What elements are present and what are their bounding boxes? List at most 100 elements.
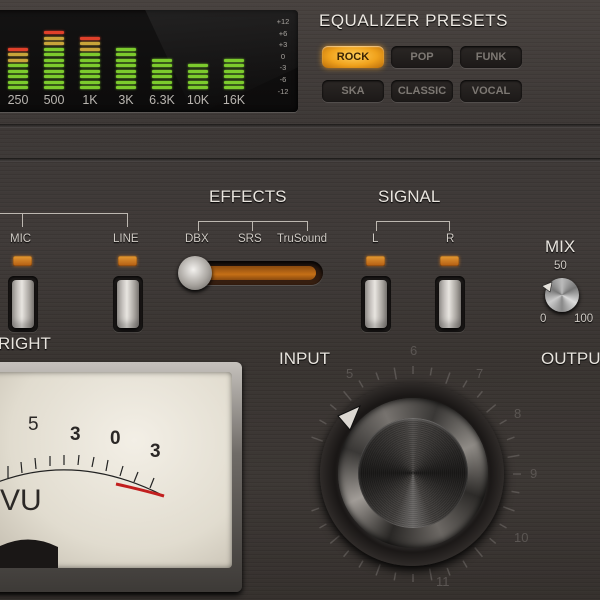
vu-scale-3: 3 — [70, 424, 81, 445]
input-tick-mark — [499, 523, 507, 529]
eq-frequency-label: 500 — [43, 93, 65, 107]
input-tick-mark — [319, 419, 327, 425]
eq-bar-segment — [224, 58, 244, 62]
eq-bar-segment — [152, 64, 172, 67]
eq-frequency-label: 10K — [186, 93, 210, 107]
preset-rock-button[interactable]: ROCK — [322, 46, 384, 68]
input-tick-mark — [462, 380, 468, 388]
input-tick-mark — [329, 535, 340, 544]
eq-bar-segment — [116, 75, 136, 78]
eq-bar-segment — [44, 80, 64, 84]
line-label: LINE — [113, 233, 139, 245]
eq-bar-segment — [80, 64, 100, 67]
vu-scale-5: 5 — [28, 414, 39, 435]
eq-bar-segment — [44, 42, 64, 45]
signal-title: SIGNAL — [378, 187, 441, 206]
eq-db-label: -3 — [279, 63, 287, 73]
input-tick-9: 9 — [530, 466, 538, 481]
eq-bar-segment — [44, 58, 64, 62]
eq-bar-segment — [80, 42, 100, 45]
eq-bar-segment — [44, 75, 64, 78]
signal-left-label: L — [372, 233, 379, 245]
eq-bar-segment — [80, 69, 100, 73]
eq-db-label: -6 — [279, 75, 287, 84]
eq-bar-segment — [44, 86, 64, 89]
eq-bar-segment — [44, 36, 64, 40]
input-tick-mark — [507, 454, 520, 459]
eq-bar-segment — [188, 80, 208, 84]
mix-mid-label: 50 — [554, 260, 567, 272]
eq-bar-segment — [8, 58, 28, 62]
input-tick-mark — [486, 404, 497, 413]
input-tick-mark — [462, 560, 468, 568]
input-tick-8: 8 — [514, 406, 522, 421]
signal-right-label: R — [446, 233, 455, 245]
mic-indicator-led — [13, 256, 32, 266]
eq-bar-segment — [188, 64, 208, 67]
signal-bracket — [376, 221, 450, 222]
effects-title: EFFECTS — [209, 187, 287, 206]
vu-scale-0: 0 — [110, 428, 121, 449]
input-tick-mark — [428, 568, 433, 581]
eq-bar-segment — [224, 75, 244, 78]
vu-scale-plus3: 3 — [150, 441, 161, 462]
effects-bracket — [307, 221, 308, 231]
mix-min-label: 0 — [540, 313, 547, 325]
effect-srs-label: SRS — [238, 233, 262, 245]
preset-ska-button[interactable]: SKA — [322, 80, 384, 102]
presets-title: EQUALIZER PRESETS — [319, 11, 508, 30]
source-bracket — [22, 213, 23, 227]
signal-right-toggle[interactable] — [439, 280, 461, 328]
input-tick-mark — [343, 550, 350, 558]
panel-divider — [0, 124, 600, 128]
eq-bar-segment — [44, 69, 64, 73]
eq-db-label: +6 — [278, 28, 288, 38]
source-bracket — [127, 213, 128, 227]
preset-vocal-button[interactable]: VOCAL — [460, 80, 522, 102]
input-knob-cap[interactable] — [358, 418, 468, 528]
eq-frequency-label: 1K — [82, 93, 98, 107]
preset-classic-button[interactable]: CLASSIC — [391, 80, 453, 102]
eq-bar-segment — [8, 47, 28, 51]
signal-right-led — [440, 256, 459, 266]
input-tick-mark — [445, 372, 451, 385]
eq-bar-segment — [188, 86, 208, 89]
eq-bar-segment — [8, 53, 28, 56]
input-tick-mark — [358, 560, 364, 568]
eq-bar-segment — [8, 86, 28, 89]
eq-db-label: +3 — [278, 40, 288, 50]
eq-db-label: 0 — [280, 51, 286, 61]
eq-bar-segment — [80, 58, 100, 62]
preset-funk-button[interactable]: FUNK — [460, 46, 522, 68]
eq-frequency-label: 16K — [222, 93, 246, 107]
signal-left-toggle[interactable] — [365, 280, 387, 328]
line-indicator-led — [118, 256, 137, 266]
eq-bar-segment — [116, 47, 136, 51]
eq-bar-segment — [152, 80, 172, 84]
eq-bar-segment — [224, 80, 244, 84]
eq-bar-segment — [116, 69, 136, 73]
preset-pop-button[interactable]: POP — [391, 46, 453, 68]
eq-bar-segment — [152, 58, 172, 62]
mix-max-label: 100 — [574, 313, 594, 325]
input-tick-mark — [343, 390, 352, 401]
line-toggle-switch[interactable] — [117, 280, 139, 328]
eq-bar-segment — [116, 80, 136, 84]
input-tick-mark — [311, 507, 320, 512]
input-tick-6: 6 — [410, 343, 418, 358]
input-tick-mark — [358, 380, 364, 388]
vu-meter-scale — [0, 454, 165, 568]
eq-db-label: +12 — [276, 17, 290, 26]
eq-frequency-label: 3K — [118, 93, 134, 107]
input-tick-mark — [506, 436, 515, 441]
effects-bracket — [198, 221, 308, 222]
eq-bar-segment — [116, 86, 136, 89]
eq-bar-segment — [152, 75, 172, 78]
mic-toggle-switch[interactable] — [12, 280, 34, 328]
eq-bar-segment — [44, 53, 64, 56]
eq-bar-segment — [44, 64, 64, 67]
input-tick-mark — [476, 390, 483, 398]
effects-slider-handle[interactable] — [178, 256, 212, 290]
input-tick-mark — [375, 563, 381, 576]
input-tick-mark — [502, 506, 515, 512]
